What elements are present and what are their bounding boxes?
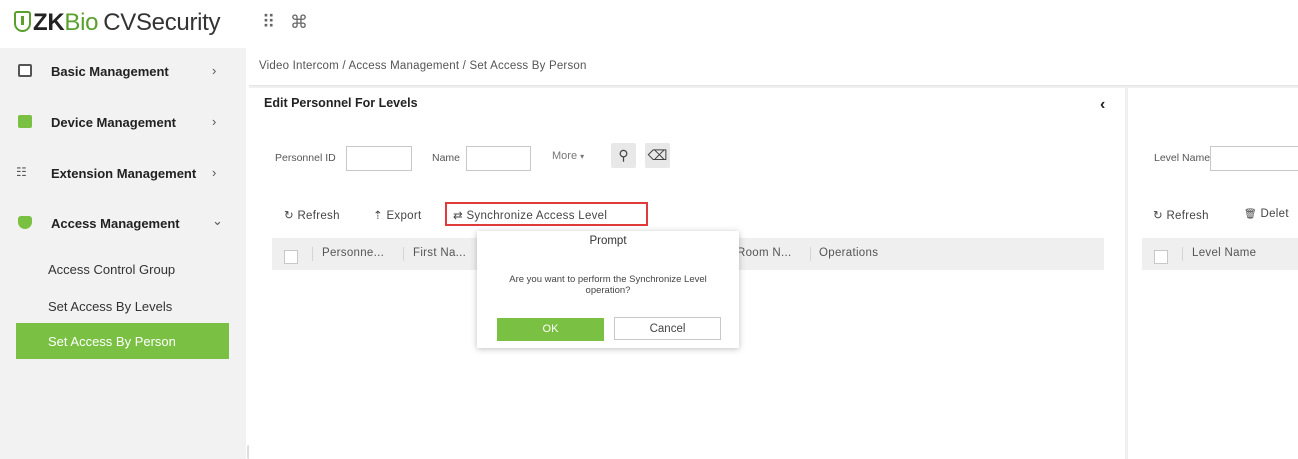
logo-shield-icon [14, 11, 31, 32]
export-button[interactable]: ⇡ Export [373, 208, 421, 222]
column-header[interactable]: Personne... [322, 247, 384, 259]
levels-table-header: Level Name [1142, 238, 1298, 270]
app-logo[interactable]: ZKBio CVSecurity [14, 9, 221, 37]
caret-down-icon: ▾ [580, 152, 585, 161]
refresh-icon: ↻ [284, 210, 294, 222]
dialog-message: Are you want to perform the Synchronize … [509, 274, 707, 296]
command-icon[interactable]: ⌘ [290, 12, 308, 33]
hierarchy-icon: ☷ [16, 165, 27, 179]
sidebar-item-access-management[interactable]: Access Management ⌄ [0, 203, 246, 243]
column-header[interactable]: First Na... [413, 247, 466, 259]
apps-grid-icon[interactable]: ⠿ [262, 12, 275, 33]
trash-icon: 🗑 [1244, 209, 1257, 220]
cancel-button[interactable]: Cancel [614, 317, 721, 340]
chevron-right-icon: › [212, 165, 217, 180]
column-divider [403, 247, 404, 261]
refresh-icon: ↻ [1153, 210, 1163, 222]
sidebar-subitem-set-access-by-person[interactable]: Set Access By Person [16, 323, 229, 359]
more-filters-toggle[interactable]: More ▾ [552, 150, 584, 162]
level-name-label: Level Name [1154, 152, 1211, 164]
column-header[interactable]: Level Name [1192, 247, 1256, 259]
sidebar-item-device-management[interactable]: Device Management › [0, 102, 246, 142]
levels-panel [1128, 88, 1298, 459]
select-all-checkbox[interactable] [284, 250, 298, 264]
list-icon [18, 64, 32, 77]
highlight-box [445, 202, 648, 226]
name-label: Name [432, 152, 461, 164]
sidebar: Basic Management › Device Management › ☷… [0, 48, 246, 459]
search-icon[interactable]: ⚲ [611, 143, 636, 168]
shield-icon [18, 216, 32, 229]
export-icon: ⇡ [373, 210, 383, 222]
breadcrumb: Video Intercom / Access Management / Set… [249, 48, 1298, 86]
column-header[interactable]: Operations [819, 247, 878, 259]
right-delete-button[interactable]: 🗑 Delet [1244, 208, 1289, 220]
collapse-panel-icon[interactable]: ‹ [1100, 96, 1105, 114]
chevron-right-icon: › [212, 63, 217, 78]
chevron-right-icon: › [212, 114, 217, 129]
dialog-title: Prompt [589, 235, 627, 247]
column-divider [810, 247, 811, 261]
clear-eraser-icon[interactable]: ⌫ [645, 143, 670, 168]
column-divider [312, 247, 313, 261]
level-name-input[interactable] [1210, 146, 1298, 171]
personnel-id-label: Personnel ID [275, 152, 336, 164]
right-refresh-button[interactable]: ↻ Refresh [1153, 208, 1209, 222]
personnel-id-input[interactable] [346, 146, 412, 171]
sidebar-item-extension-management[interactable]: ☷ Extension Management › [0, 153, 246, 193]
sidebar-subitem-access-control-group[interactable]: Access Control Group [48, 262, 175, 277]
select-all-checkbox[interactable] [1154, 250, 1168, 264]
prompt-dialog: Prompt Are you want to perform the Synch… [477, 231, 739, 348]
sidebar-item-basic-management[interactable]: Basic Management › [0, 51, 246, 91]
ok-button[interactable]: OK [497, 318, 604, 341]
sidebar-subitem-set-access-by-levels[interactable]: Set Access By Levels [48, 299, 172, 314]
chevron-down-icon: ⌄ [212, 213, 223, 228]
name-input[interactable] [466, 146, 531, 171]
refresh-button[interactable]: ↻ Refresh [284, 208, 340, 222]
column-divider [1182, 247, 1183, 261]
device-icon [18, 115, 32, 128]
panel-title: Edit Personnel For Levels [264, 96, 418, 110]
column-header[interactable]: Room N... [737, 247, 791, 259]
